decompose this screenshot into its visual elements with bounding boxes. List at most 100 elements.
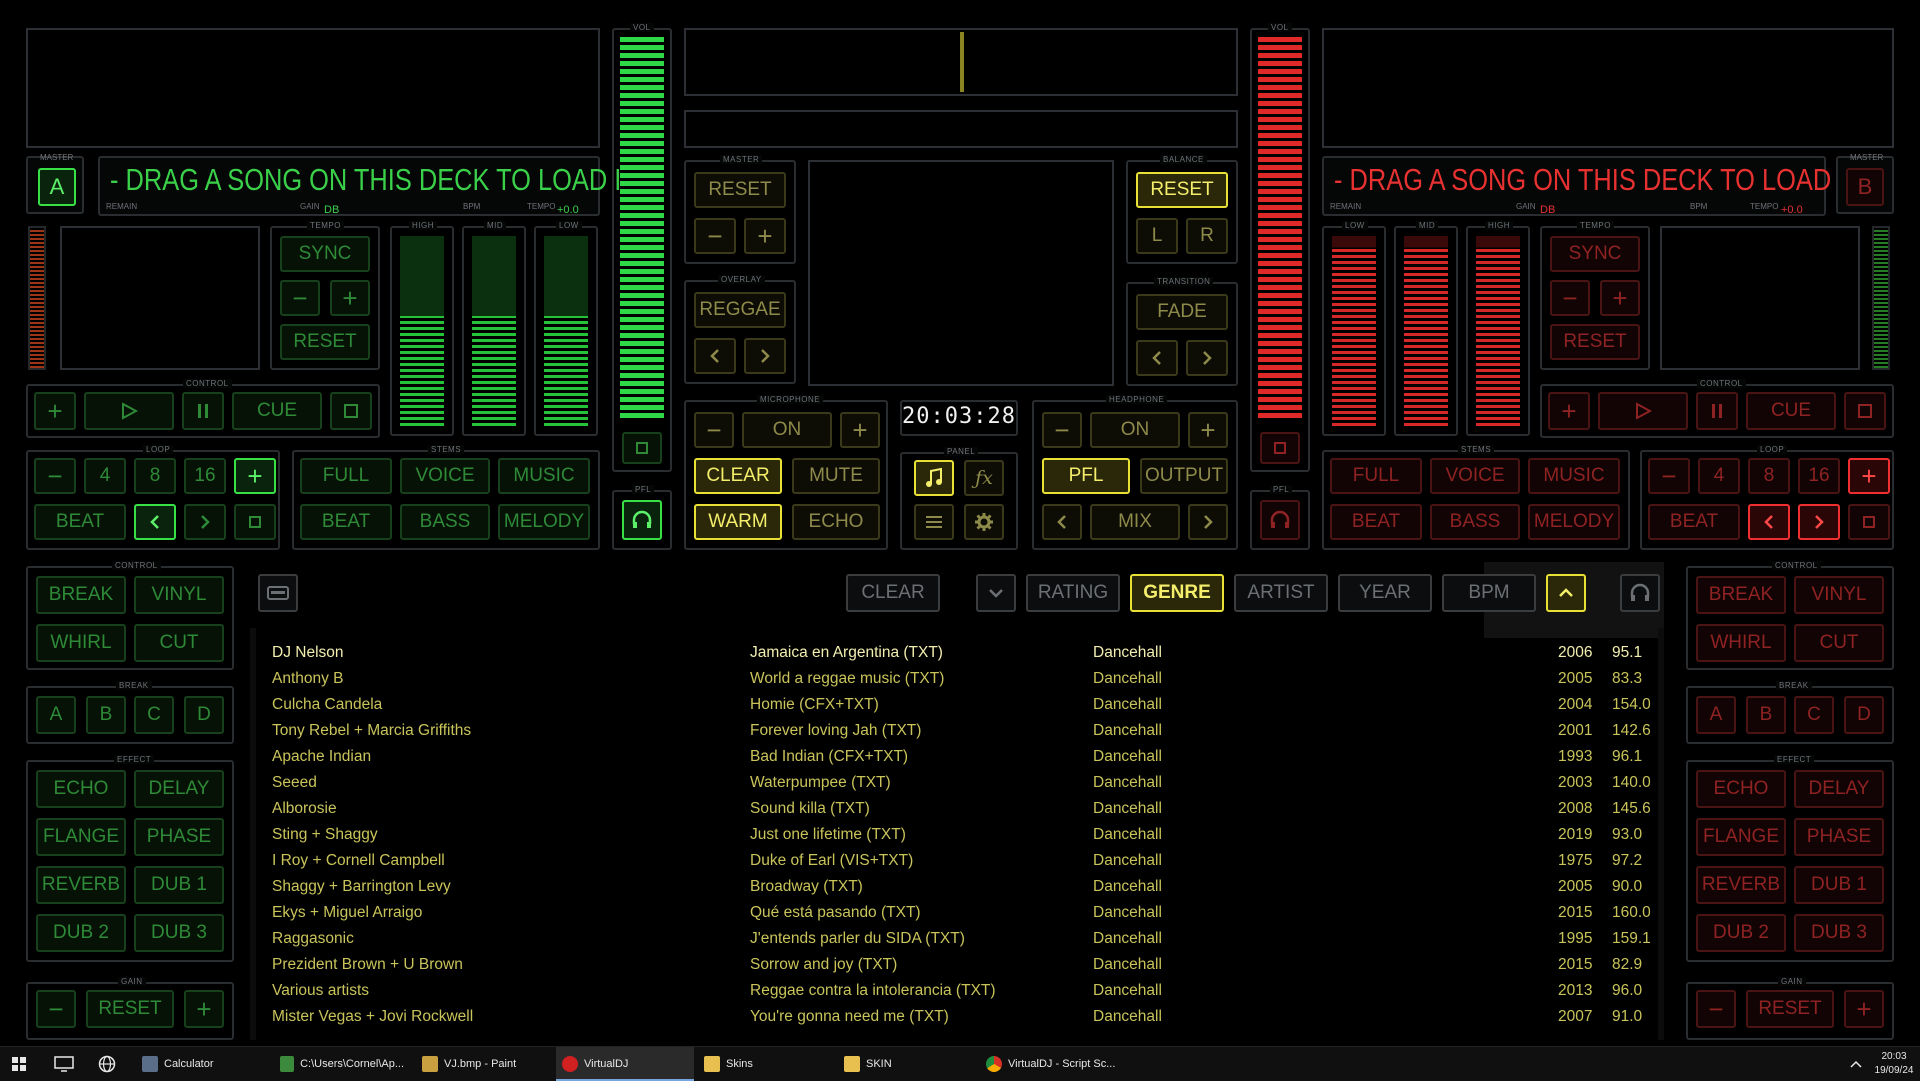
left-fx-delay-button[interactable]: DELAY — [134, 770, 224, 808]
left-fx-dub3-button[interactable]: DUB 3 — [134, 914, 224, 952]
deck-a-volume-fader[interactable] — [620, 36, 664, 418]
deck-b-beat-button[interactable]: BEAT — [1648, 504, 1740, 540]
deck-a-master-button[interactable]: A — [38, 168, 76, 206]
left-fx-phase-button[interactable]: PHASE — [134, 818, 224, 856]
left-break-b-button[interactable]: B — [86, 696, 126, 734]
browser-sort-year-button[interactable]: YEAR — [1338, 574, 1432, 612]
deck-a-sync-button[interactable]: SYNC — [280, 236, 370, 272]
deck-a-stop-button[interactable] — [330, 392, 372, 430]
taskbar-item-calculator[interactable]: Calculator — [142, 1047, 266, 1081]
deck-a-play-button[interactable] — [84, 392, 174, 430]
deck-a-eq-mid-fader[interactable] — [472, 236, 516, 426]
deck-b-waveform[interactable] — [1322, 28, 1894, 148]
mixer-hp-minus-button[interactable]: − — [1042, 412, 1082, 448]
table-row[interactable]: Tony Rebel + Marcia Griffiths Forever lov… — [262, 718, 1662, 744]
deck-a-pfl-button[interactable] — [622, 500, 662, 540]
left-fx-dub2-button[interactable]: DUB 2 — [36, 914, 126, 952]
left-break-d-button[interactable]: D — [184, 696, 224, 734]
right-fx-delay-button[interactable]: DELAY — [1794, 770, 1884, 808]
desktop-button[interactable] — [54, 1047, 74, 1081]
left-fx-echo-button[interactable]: ECHO — [36, 770, 126, 808]
mixer-video-preview[interactable] — [808, 160, 1114, 386]
start-button[interactable] — [12, 1047, 26, 1081]
deck-a-tempo-plus-button[interactable]: + — [330, 280, 370, 316]
mixer-master-reset-button[interactable]: RESET — [694, 172, 786, 208]
left-gain-reset-button[interactable]: RESET — [86, 990, 174, 1028]
deck-b-loop-minus-button[interactable]: − — [1648, 458, 1690, 494]
mixer-panel-settings-button[interactable] — [964, 504, 1004, 540]
left-break-c-button[interactable]: C — [134, 696, 174, 734]
deck-b-loop-stop-button[interactable] — [1848, 504, 1890, 540]
right-break-button[interactable]: BREAK — [1696, 576, 1786, 614]
deck-a-tempo-minus-button[interactable]: − — [280, 280, 320, 316]
browser-globe-button[interactable] — [98, 1047, 116, 1081]
mixer-balance-reset-button[interactable]: RESET — [1136, 172, 1228, 208]
table-row[interactable]: Prezident Brown + U Brown Sorrow and joy … — [262, 952, 1662, 978]
mixer-mic-plus-button[interactable]: + — [840, 412, 880, 448]
mixer-hp-mix-next-button[interactable] — [1188, 504, 1228, 540]
mixer-mic-on-button[interactable]: ON — [742, 412, 832, 448]
mixer-balance-left-button[interactable]: L — [1136, 218, 1178, 254]
mixer-hp-plus-button[interactable]: + — [1188, 412, 1228, 448]
deck-b-pause-button[interactable] — [1696, 392, 1738, 430]
deck-b-stem-music-button[interactable]: MUSIC — [1528, 458, 1620, 494]
browser-sort-genre-button[interactable]: GENRE — [1130, 574, 1224, 612]
browser-left-scrollbar[interactable] — [250, 628, 256, 1040]
left-cut-button[interactable]: CUT — [134, 624, 224, 662]
taskbar-item-skins[interactable]: Skins — [704, 1047, 828, 1081]
deck-b-loop-plus-button[interactable]: + — [1848, 458, 1890, 494]
deck-a-loop-plus-button[interactable]: + — [234, 458, 276, 494]
deck-a-loop-16-button[interactable]: 16 — [184, 458, 226, 494]
table-row[interactable]: Sting + Shaggy Just one lifetime (TXT) Dan… — [262, 822, 1662, 848]
deck-b-eq-low-fader[interactable] — [1332, 236, 1376, 426]
mixer-overlay-next-button[interactable] — [744, 338, 786, 374]
deck-b-loop-4-button[interactable]: 4 — [1698, 458, 1740, 494]
deck-b-stem-full-button[interactable]: FULL — [1330, 458, 1422, 494]
deck-a-loop-back-button[interactable] — [134, 504, 176, 540]
deck-a-stem-melody-button[interactable]: MELODY — [498, 504, 590, 540]
deck-b-stem-bass-button[interactable]: BASS — [1430, 504, 1520, 540]
table-row[interactable]: Mister Vegas + Jovi Rockwell You're gonna… — [262, 1004, 1662, 1030]
mixer-mic-minus-button[interactable]: − — [694, 412, 734, 448]
tray-clock[interactable]: 20:03 19/09/24 — [1872, 1050, 1916, 1078]
right-break-a-button[interactable]: A — [1696, 696, 1736, 734]
left-gain-minus-button[interactable]: − — [36, 990, 76, 1028]
mixer-mic-mute-button[interactable]: MUTE — [792, 458, 880, 494]
right-whirl-button[interactable]: WHIRL — [1696, 624, 1786, 662]
browser-sort-up-button[interactable] — [1546, 574, 1586, 612]
taskbar-item-paint[interactable]: VJ.bmp - Paint — [422, 1047, 546, 1081]
table-row[interactable]: I Roy + Cornell Campbell Duke of Earl (VI… — [262, 848, 1662, 874]
right-gain-reset-button[interactable]: RESET — [1746, 990, 1834, 1028]
deck-a-waveform[interactable] — [26, 28, 600, 148]
right-fx-echo-button[interactable]: ECHO — [1696, 770, 1786, 808]
deck-b-stem-beat-button[interactable]: BEAT — [1330, 504, 1422, 540]
left-gain-plus-button[interactable]: + — [184, 990, 224, 1028]
browser-clear-button[interactable]: CLEAR — [846, 574, 940, 612]
table-row[interactable]: Alborosie Sound killa (TXT) Dancehall 2008 1… — [262, 796, 1662, 822]
deck-a-stem-music-button[interactable]: MUSIC — [498, 458, 590, 494]
table-row[interactable]: Apache Indian Bad Indian (CFX+TXT) Danceha… — [262, 744, 1662, 770]
table-row[interactable]: Raggasonic J'entends parler du SIDA (TXT)… — [262, 926, 1662, 952]
mixer-hp-mix-prev-button[interactable] — [1042, 504, 1082, 540]
deck-a-loop-forward-button[interactable] — [184, 504, 226, 540]
browser-sort-artist-button[interactable]: ARTIST — [1234, 574, 1328, 612]
deck-b-loop-8-button[interactable]: 8 — [1748, 458, 1790, 494]
left-fx-flange-button[interactable]: FLANGE — [36, 818, 126, 856]
deck-b-stem-voice-button[interactable]: VOICE — [1430, 458, 1520, 494]
deck-b-loop-forward-button[interactable] — [1798, 504, 1840, 540]
mixer-transition-prev-button[interactable] — [1136, 340, 1178, 376]
deck-b-loop-16-button[interactable]: 16 — [1798, 458, 1840, 494]
right-break-b-button[interactable]: B — [1746, 696, 1786, 734]
right-fx-phase-button[interactable]: PHASE — [1794, 818, 1884, 856]
deck-b-eq-mid-fader[interactable] — [1404, 236, 1448, 426]
left-whirl-button[interactable]: WHIRL — [36, 624, 126, 662]
mixer-panel-list-button[interactable] — [914, 504, 954, 540]
deck-b-tempo-plus-button[interactable]: + — [1600, 280, 1640, 316]
deck-a-loop-4-button[interactable]: 4 — [84, 458, 126, 494]
deck-a-loop-stop-button[interactable] — [234, 504, 276, 540]
left-fx-reverb-button[interactable]: REVERB — [36, 866, 126, 904]
deck-b-volume-stop-button[interactable] — [1260, 432, 1300, 464]
taskbar-item-virtualdj[interactable]: VirtualDJ — [562, 1047, 686, 1081]
right-fx-dub3-button[interactable]: DUB 3 — [1794, 914, 1884, 952]
right-fx-dub2-button[interactable]: DUB 2 — [1696, 914, 1786, 952]
